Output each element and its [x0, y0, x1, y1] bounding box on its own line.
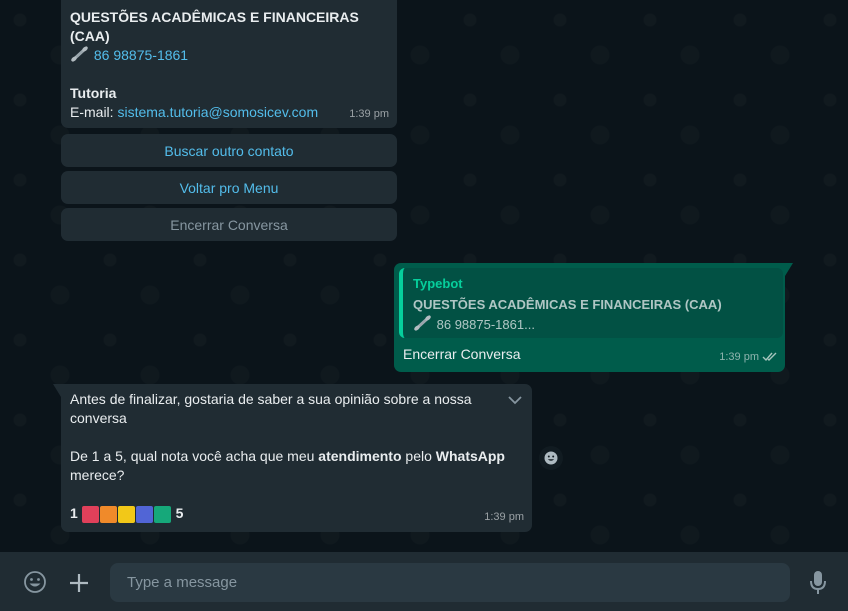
reaction-emoji-icon[interactable] — [539, 446, 563, 470]
email-prefix: E-mail: — [70, 104, 118, 120]
message-composer: Type a message — [0, 552, 848, 611]
question-bold-atendimento: atendimento — [318, 448, 402, 464]
survey-question: De 1 a 5, qual nota você acha que meu at… — [70, 447, 515, 466]
tutoria-label: Tutoria — [70, 85, 117, 101]
rating-swatches — [81, 505, 172, 523]
dept-title-line1: QUESTÕES ACADÊMICAS E FINANCEIRAS — [70, 9, 359, 25]
dept-title-line2: (CAA) — [70, 28, 110, 44]
rating-scale: 1 5 — [70, 504, 515, 523]
quote-phone: 86 98875-1861... — [436, 317, 535, 332]
voltar-pro-menu-button[interactable]: Voltar pro Menu — [61, 171, 397, 204]
survey-line1: Antes de finalizar, gostaria de saber a … — [70, 391, 472, 407]
quote-author: Typebot — [413, 276, 463, 291]
message-input[interactable]: Type a message — [110, 563, 790, 602]
scale-max: 5 — [175, 505, 184, 521]
contact-info-message: QUESTÕES ACADÊMICAS E FINANCEIRAS (CAA) … — [61, 0, 397, 128]
telephone-receiver-icon — [413, 315, 437, 332]
chat-background: QUESTÕES ACADÊMICAS E FINANCEIRAS (CAA) … — [0, 0, 848, 552]
reply-text: Encerrar Conversa — [403, 346, 521, 362]
encerrar-conversa-button: Encerrar Conversa — [61, 208, 397, 241]
quote-title: QUESTÕES ACADÊMICAS E FINANCEIRAS (CAA) — [413, 297, 722, 312]
rating-swatch-5 — [153, 505, 171, 523]
question-prefix: De 1 a 5, qual nota você acha que meu — [70, 448, 319, 464]
outgoing-reply-message: Typebot QUESTÕES ACADÊMICAS E FINANCEIRA… — [394, 263, 793, 372]
quote-phone-line: 86 98875-1861... — [413, 315, 775, 335]
scale-min: 1 — [70, 505, 78, 521]
survey-question-line2: merece? — [70, 467, 125, 483]
rating-swatch-4 — [135, 505, 153, 523]
message-body: QUESTÕES ACADÊMICAS E FINANCEIRAS (CAA) … — [70, 8, 370, 122]
question-bold-whatsapp: WhatsApp — [435, 448, 505, 464]
survey-message: Antes de finalizar, gostaria de saber a … — [53, 384, 532, 532]
rating-swatch-3 — [117, 505, 135, 523]
plus-icon[interactable] — [68, 572, 90, 599]
bubble-tail — [53, 384, 61, 397]
double-check-icon — [762, 348, 778, 367]
email-line: E-mail: sistema.tutoria@somosicev.com — [70, 103, 370, 122]
rating-swatch-2 — [99, 505, 117, 523]
message-time: 1:39 pm — [484, 511, 524, 523]
message-time: 1:39 pm — [349, 108, 389, 120]
bubble-tail — [785, 263, 793, 276]
telephone-receiver-icon — [70, 46, 94, 63]
phone-line: 86 98875-1861 — [70, 46, 370, 65]
message-body: Antes de finalizar, gostaria de saber a … — [70, 390, 515, 523]
survey-line2: conversa — [70, 410, 127, 426]
buscar-outro-contato-button[interactable]: Buscar outro contato — [61, 134, 397, 167]
email-link[interactable]: sistema.tutoria@somosicev.com — [117, 104, 318, 120]
microphone-icon[interactable] — [809, 570, 827, 601]
quoted-message[interactable]: Typebot QUESTÕES ACADÊMICAS E FINANCEIRA… — [399, 268, 783, 338]
rating-swatch-1 — [81, 505, 99, 523]
emoji-icon[interactable] — [23, 570, 47, 599]
message-time: 1:39 pm — [719, 351, 759, 363]
question-mid: pelo — [401, 448, 436, 464]
phone-link[interactable]: 86 98875-1861 — [94, 47, 188, 63]
chevron-down-icon[interactable] — [507, 392, 523, 411]
